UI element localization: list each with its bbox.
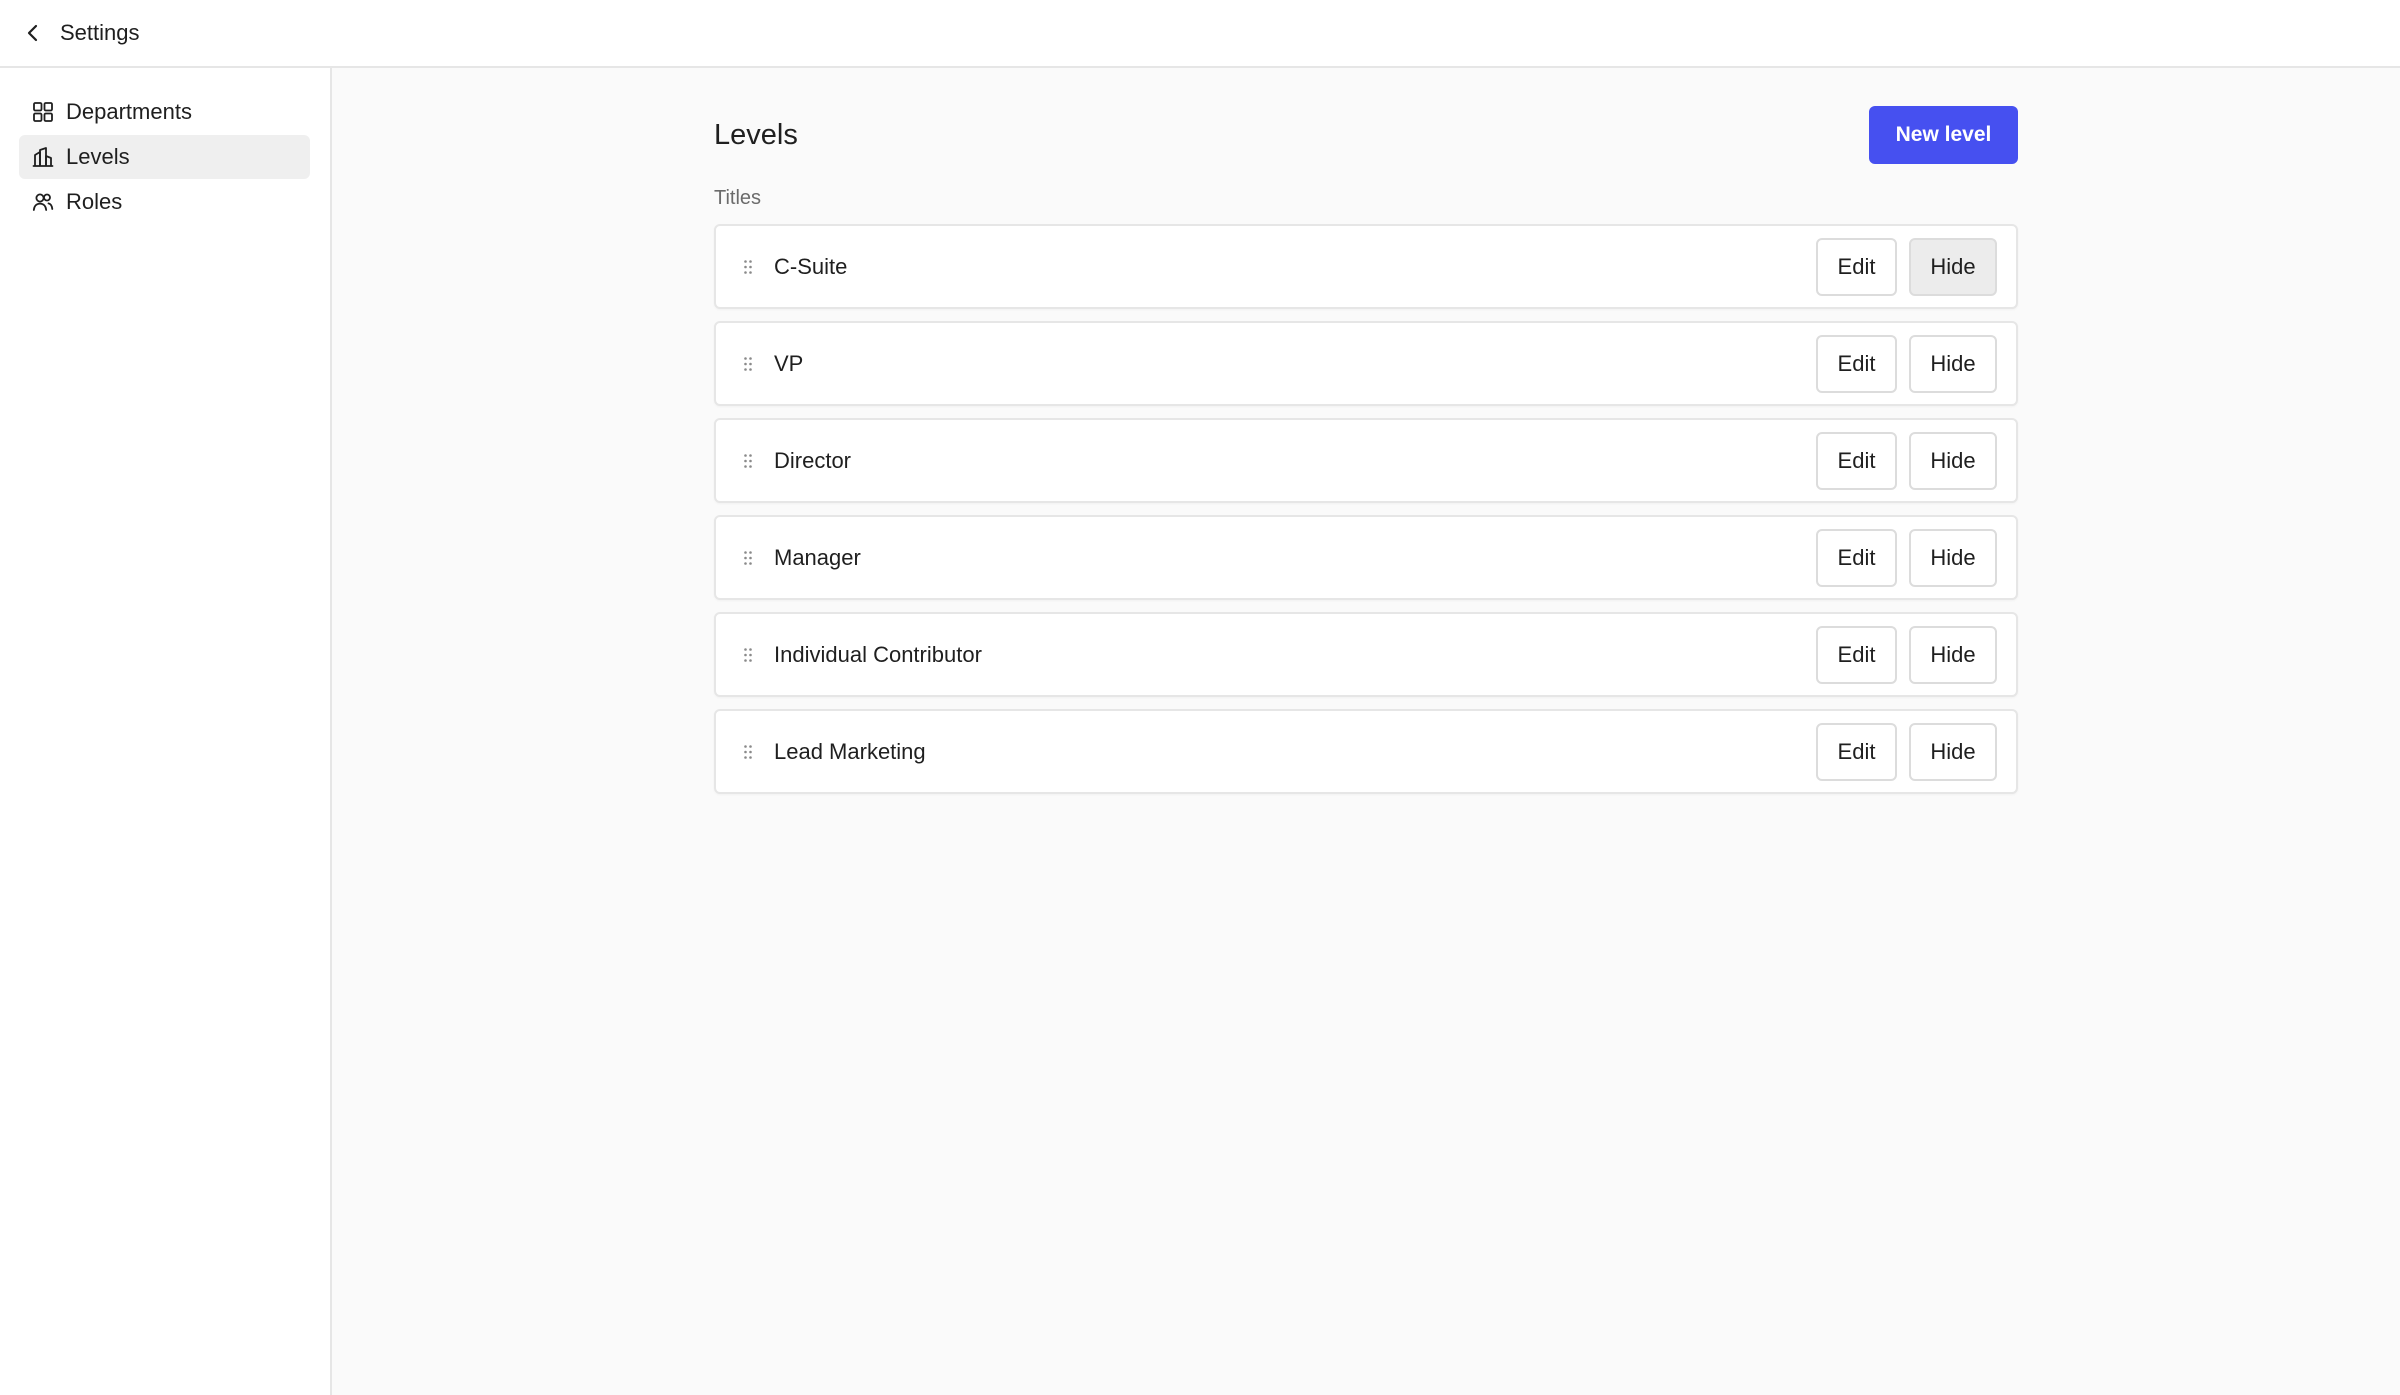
hide-button[interactable]: Hide <box>1909 237 1997 296</box>
sidebar-item-label: Departments <box>66 99 192 124</box>
levels-header: Levels New level <box>714 106 2018 164</box>
level-row: Lead Marketing Edit Hide <box>714 709 2018 794</box>
drag-handle-icon[interactable] <box>742 743 754 761</box>
edit-button[interactable]: Edit <box>1816 722 1897 781</box>
level-name: C-Suite <box>774 253 848 279</box>
edit-button[interactable]: Edit <box>1816 625 1897 684</box>
back-button[interactable] <box>22 22 44 44</box>
level-row: VP Edit Hide <box>714 321 2018 406</box>
hide-button[interactable]: Hide <box>1909 625 1997 684</box>
levels-list: C-Suite Edit Hide VP Edit Hide Director … <box>714 224 2018 794</box>
hide-button[interactable]: Hide <box>1909 722 1997 781</box>
edit-button[interactable]: Edit <box>1816 334 1897 393</box>
sidebar-item-levels[interactable]: Levels <box>19 135 310 179</box>
main-content: Levels New level Titles C-Suite Edit Hid… <box>332 68 2400 1395</box>
level-name: Manager <box>774 544 861 570</box>
hide-button[interactable]: Hide <box>1909 528 1997 587</box>
page-title: Levels <box>714 118 798 151</box>
buildings-icon <box>32 146 54 168</box>
sidebar-item-departments[interactable]: Departments <box>19 90 310 134</box>
section-label: Titles <box>714 187 762 209</box>
level-name: Director <box>774 447 852 473</box>
sidebar-item-label: Roles <box>66 189 123 214</box>
levels-panel: Levels New level Titles C-Suite Edit Hid… <box>714 106 2018 806</box>
drag-handle-icon[interactable] <box>742 355 754 373</box>
hide-button[interactable]: Hide <box>1909 431 1997 490</box>
level-row: Individual Contributor Edit Hide <box>714 612 2018 697</box>
new-level-button[interactable]: New level <box>1869 106 2018 164</box>
edit-button[interactable]: Edit <box>1816 431 1897 490</box>
drag-handle-icon[interactable] <box>742 549 754 567</box>
page-header-title: Settings <box>60 20 140 45</box>
chevron-left-icon <box>27 24 38 42</box>
edit-button[interactable]: Edit <box>1816 237 1897 296</box>
sidebar: Departments Levels Roles <box>0 68 332 1395</box>
drag-handle-icon[interactable] <box>742 258 754 276</box>
hide-button[interactable]: Hide <box>1909 334 1997 393</box>
level-row: Director Edit Hide <box>714 418 2018 503</box>
edit-button[interactable]: Edit <box>1816 528 1897 587</box>
sidebar-item-roles[interactable]: Roles <box>19 180 310 224</box>
grid-icon <box>32 101 54 123</box>
drag-handle-icon[interactable] <box>742 452 754 470</box>
level-name: VP <box>774 350 804 376</box>
drag-handle-icon[interactable] <box>742 646 754 664</box>
level-name: Individual Contributor <box>774 641 982 667</box>
users-icon <box>32 191 54 213</box>
level-row: C-Suite Edit Hide <box>714 224 2018 309</box>
sidebar-item-label: Levels <box>66 144 130 169</box>
top-bar: Settings <box>0 0 2400 68</box>
level-name: Lead Marketing <box>774 738 926 764</box>
level-row: Manager Edit Hide <box>714 515 2018 600</box>
